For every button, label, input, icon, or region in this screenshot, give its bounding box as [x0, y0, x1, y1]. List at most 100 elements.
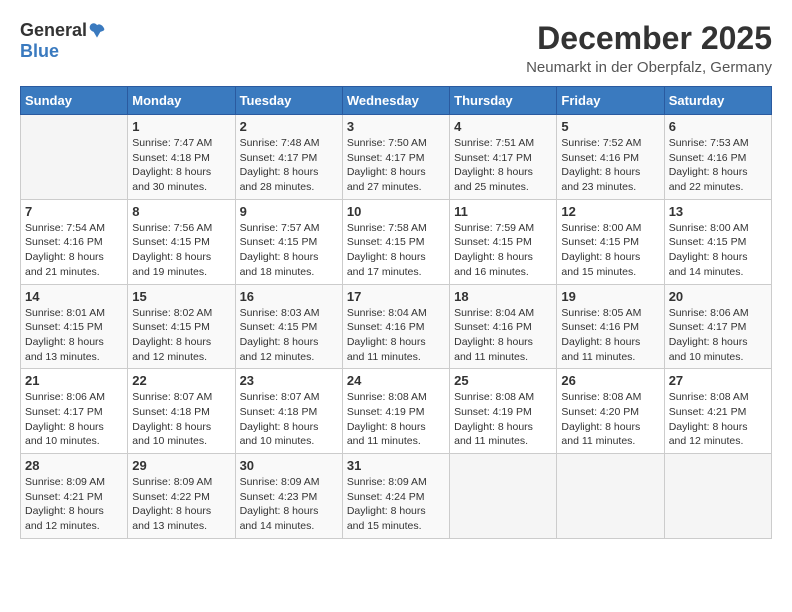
- calendar-cell: 13 Sunrise: 8:00 AM Sunset: 4:15 PM Dayli…: [664, 199, 771, 284]
- day-info: Sunrise: 7:56 AM Sunset: 4:15 PM Dayligh…: [132, 221, 230, 280]
- day-number: 1: [132, 119, 230, 134]
- calendar-cell: 15 Sunrise: 8:02 AM Sunset: 4:15 PM Dayli…: [128, 284, 235, 369]
- calendar-cell: 11Sunrise: 7:59 AM Sunset: 4:15 PM Dayli…: [450, 199, 557, 284]
- calendar-week-3: 21 Sunrise: 8:06 AM Sunset: 4:17 PM Dayli…: [21, 369, 772, 454]
- weekday-header-monday: Monday: [128, 87, 235, 115]
- day-number: 24: [347, 373, 445, 388]
- day-number: 3: [347, 119, 445, 134]
- logo: General Blue: [20, 20, 107, 62]
- day-info: Sunrise: 8:07 AM Sunset: 4:18 PM Dayligh…: [240, 390, 338, 449]
- day-number: 21: [25, 373, 123, 388]
- day-info: Sunrise: 8:04 AM Sunset: 4:16 PM Dayligh…: [347, 306, 445, 365]
- weekday-header-wednesday: Wednesday: [342, 87, 449, 115]
- page-header: General Blue December 2025 Neumarkt in d…: [20, 20, 772, 76]
- day-number: 2: [240, 119, 338, 134]
- calendar-cell: [664, 454, 771, 539]
- day-info: Sunrise: 8:09 AM Sunset: 4:22 PM Dayligh…: [132, 475, 230, 534]
- weekday-header-row: SundayMondayTuesdayWednesdayThursdayFrid…: [21, 87, 772, 115]
- calendar-cell: 31Sunrise: 8:09 AM Sunset: 4:24 PM Dayli…: [342, 454, 449, 539]
- day-info: Sunrise: 8:06 AM Sunset: 4:17 PM Dayligh…: [25, 390, 123, 449]
- day-info: Sunrise: 7:57 AM Sunset: 4:15 PM Dayligh…: [240, 221, 338, 280]
- calendar-cell: 4 Sunrise: 7:51 AM Sunset: 4:17 PM Daylig…: [450, 115, 557, 200]
- calendar-cell: 22 Sunrise: 8:07 AM Sunset: 4:18 PM Dayli…: [128, 369, 235, 454]
- day-number: 13: [669, 204, 767, 219]
- day-info: Sunrise: 7:52 AM Sunset: 4:16 PM Dayligh…: [561, 136, 659, 195]
- logo-general: General: [20, 20, 87, 41]
- calendar-cell: 27Sunrise: 8:08 AM Sunset: 4:21 PM Dayli…: [664, 369, 771, 454]
- weekday-header-saturday: Saturday: [664, 87, 771, 115]
- logo-blue: Blue: [20, 41, 59, 61]
- day-number: 15: [132, 289, 230, 304]
- day-info: Sunrise: 7:53 AM Sunset: 4:16 PM Dayligh…: [669, 136, 767, 195]
- calendar-cell: 24 Sunrise: 8:08 AM Sunset: 4:19 PM Dayli…: [342, 369, 449, 454]
- calendar-body: 1 Sunrise: 7:47 AM Sunset: 4:18 PM Daylig…: [21, 115, 772, 539]
- day-number: 22: [132, 373, 230, 388]
- day-number: 5: [561, 119, 659, 134]
- day-number: 25: [454, 373, 552, 388]
- day-info: Sunrise: 7:50 AM Sunset: 4:17 PM Dayligh…: [347, 136, 445, 195]
- day-info: Sunrise: 8:06 AM Sunset: 4:17 PM Dayligh…: [669, 306, 767, 365]
- calendar-week-2: 14 Sunrise: 8:01 AM Sunset: 4:15 PM Dayli…: [21, 284, 772, 369]
- calendar-cell: 29Sunrise: 8:09 AM Sunset: 4:22 PM Dayli…: [128, 454, 235, 539]
- day-number: 7: [25, 204, 123, 219]
- day-info: Sunrise: 8:03 AM Sunset: 4:15 PM Dayligh…: [240, 306, 338, 365]
- day-number: 10: [347, 204, 445, 219]
- calendar-cell: 16 Sunrise: 8:03 AM Sunset: 4:15 PM Dayli…: [235, 284, 342, 369]
- day-info: Sunrise: 8:01 AM Sunset: 4:15 PM Dayligh…: [25, 306, 123, 365]
- day-info: Sunrise: 8:09 AM Sunset: 4:24 PM Dayligh…: [347, 475, 445, 534]
- day-info: Sunrise: 8:02 AM Sunset: 4:15 PM Dayligh…: [132, 306, 230, 365]
- day-number: 6: [669, 119, 767, 134]
- day-info: Sunrise: 8:05 AM Sunset: 4:16 PM Dayligh…: [561, 306, 659, 365]
- day-info: Sunrise: 7:58 AM Sunset: 4:15 PM Dayligh…: [347, 221, 445, 280]
- weekday-header-sunday: Sunday: [21, 87, 128, 115]
- calendar-cell: 2Sunrise: 7:48 AM Sunset: 4:17 PM Daylig…: [235, 115, 342, 200]
- day-number: 26: [561, 373, 659, 388]
- calendar-table: SundayMondayTuesdayWednesdayThursdayFrid…: [20, 86, 772, 539]
- day-info: Sunrise: 8:08 AM Sunset: 4:19 PM Dayligh…: [454, 390, 552, 449]
- day-number: 16: [240, 289, 338, 304]
- logo-bird-icon: [87, 21, 107, 41]
- day-number: 14: [25, 289, 123, 304]
- day-info: Sunrise: 8:00 AM Sunset: 4:15 PM Dayligh…: [669, 221, 767, 280]
- day-info: Sunrise: 8:07 AM Sunset: 4:18 PM Dayligh…: [132, 390, 230, 449]
- calendar-cell: 3 Sunrise: 7:50 AM Sunset: 4:17 PM Daylig…: [342, 115, 449, 200]
- calendar-cell: 26Sunrise: 8:08 AM Sunset: 4:20 PM Dayli…: [557, 369, 664, 454]
- weekday-header-thursday: Thursday: [450, 87, 557, 115]
- calendar-header: SundayMondayTuesdayWednesdayThursdayFrid…: [21, 87, 772, 115]
- calendar-cell: 21 Sunrise: 8:06 AM Sunset: 4:17 PM Dayli…: [21, 369, 128, 454]
- day-info: Sunrise: 8:09 AM Sunset: 4:23 PM Dayligh…: [240, 475, 338, 534]
- day-number: 17: [347, 289, 445, 304]
- day-number: 11: [454, 204, 552, 219]
- day-number: 23: [240, 373, 338, 388]
- calendar-cell: [21, 115, 128, 200]
- day-number: 8: [132, 204, 230, 219]
- calendar-cell: 6 Sunrise: 7:53 AM Sunset: 4:16 PM Daylig…: [664, 115, 771, 200]
- day-number: 28: [25, 458, 123, 473]
- calendar-cell: 7Sunrise: 7:54 AM Sunset: 4:16 PM Daylig…: [21, 199, 128, 284]
- calendar-cell: 25 Sunrise: 8:08 AM Sunset: 4:19 PM Dayli…: [450, 369, 557, 454]
- calendar-week-4: 28 Sunrise: 8:09 AM Sunset: 4:21 PM Dayli…: [21, 454, 772, 539]
- calendar-cell: 23 Sunrise: 8:07 AM Sunset: 4:18 PM Dayli…: [235, 369, 342, 454]
- calendar-cell: 19 Sunrise: 8:05 AM Sunset: 4:16 PM Dayli…: [557, 284, 664, 369]
- page-title: December 2025: [526, 20, 772, 57]
- day-info: Sunrise: 8:08 AM Sunset: 4:19 PM Dayligh…: [347, 390, 445, 449]
- calendar-cell: 10 Sunrise: 7:58 AM Sunset: 4:15 PM Dayli…: [342, 199, 449, 284]
- day-number: 18: [454, 289, 552, 304]
- calendar-cell: [450, 454, 557, 539]
- day-number: 19: [561, 289, 659, 304]
- day-number: 4: [454, 119, 552, 134]
- day-info: Sunrise: 7:47 AM Sunset: 4:18 PM Dayligh…: [132, 136, 230, 195]
- title-area: December 2025 Neumarkt in der Oberpfalz,…: [526, 20, 772, 76]
- day-info: Sunrise: 8:09 AM Sunset: 4:21 PM Dayligh…: [25, 475, 123, 534]
- day-info: Sunrise: 8:04 AM Sunset: 4:16 PM Dayligh…: [454, 306, 552, 365]
- calendar-cell: 20 Sunrise: 8:06 AM Sunset: 4:17 PM Dayli…: [664, 284, 771, 369]
- day-info: Sunrise: 7:51 AM Sunset: 4:17 PM Dayligh…: [454, 136, 552, 195]
- day-number: 12: [561, 204, 659, 219]
- calendar-cell: [557, 454, 664, 539]
- day-number: 20: [669, 289, 767, 304]
- day-number: 27: [669, 373, 767, 388]
- day-number: 30: [240, 458, 338, 473]
- day-number: 9: [240, 204, 338, 219]
- calendar-cell: 1 Sunrise: 7:47 AM Sunset: 4:18 PM Daylig…: [128, 115, 235, 200]
- calendar-cell: 5 Sunrise: 7:52 AM Sunset: 4:16 PM Daylig…: [557, 115, 664, 200]
